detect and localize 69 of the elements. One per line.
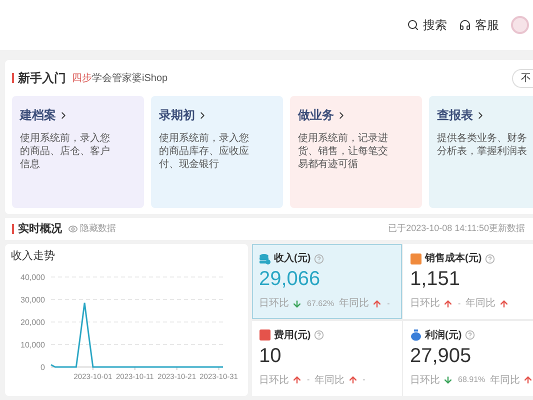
metric-change: - bbox=[362, 374, 366, 386]
metric-card[interactable]: 利润(元) 27,905 日环比 68.91% 年同比 bbox=[403, 320, 533, 396]
help-icon bbox=[314, 330, 324, 340]
card-description: 的商品库存、应收应 bbox=[159, 145, 250, 158]
metric-card[interactable]: 费用(元) 10 日环比 - 年同比 - bbox=[252, 320, 402, 396]
metric-title: 费用(元) bbox=[274, 328, 311, 342]
metric-value: 27,905 bbox=[410, 344, 472, 368]
metric-value: 10 bbox=[259, 344, 282, 368]
pill-button[interactable]: 不 bbox=[512, 68, 533, 88]
metric-change: - bbox=[307, 374, 310, 386]
card-description: 易都有迹可循 bbox=[298, 158, 359, 171]
search-icon bbox=[407, 19, 419, 31]
metric-label: 日环比 bbox=[410, 374, 440, 388]
money-bag-icon bbox=[410, 329, 422, 341]
axis-tick-label: 20,000 bbox=[20, 318, 45, 326]
help-icon bbox=[464, 330, 475, 340]
metric-label: 年同比 bbox=[466, 296, 496, 311]
card-description: 付、现金银行 bbox=[159, 158, 220, 171]
card-description: 使用系统前，记录进 bbox=[298, 132, 389, 145]
metric-change: 68.91% bbox=[458, 374, 486, 386]
guide-card[interactable]: 查报表 提供各类业务、财务 分析表，掌握利润表 bbox=[429, 96, 533, 208]
section-subtitle: 学会管家婆iShop bbox=[92, 72, 168, 86]
help-icon bbox=[314, 254, 324, 264]
metric-title: 销售成本(元) bbox=[425, 252, 482, 266]
guide-card[interactable]: 建档案 使用系统前，录入您 的商品、店仓、客户 信息 bbox=[12, 96, 144, 208]
metric-label: 年同比 bbox=[314, 374, 345, 388]
chart-title: 收入走势 bbox=[11, 248, 56, 264]
metric-label: 日环比 bbox=[259, 374, 289, 388]
section-subtitle-highlight: 四步 bbox=[72, 72, 92, 86]
card-description: 货、销售，让每笔交 bbox=[298, 145, 389, 158]
card-title: 录期初 bbox=[159, 107, 195, 124]
metric-card[interactable]: 销售成本(元) 1,151 日环比 - 年同比 bbox=[403, 244, 533, 319]
axis-tick-label: 10,000 bbox=[20, 340, 45, 349]
section-title: 新手入门 bbox=[18, 70, 66, 87]
section-title: 实时概况 bbox=[18, 222, 62, 237]
card-title: 做业务 bbox=[298, 107, 334, 124]
guide-card[interactable]: 做业务 使用系统前，记录进 货、销售，让每笔交 易都有迹可循 bbox=[290, 96, 422, 208]
header-button[interactable]: 搜索 bbox=[407, 16, 447, 34]
metric-change: - bbox=[387, 298, 390, 310]
metric-card[interactable]: 收入(元) 29,066 日环比 67.62% 年同比 - bbox=[252, 244, 402, 319]
card-description: 的商品、店仓、客户 bbox=[20, 145, 111, 158]
help-icon bbox=[484, 254, 495, 264]
metric-title: 利润(元) bbox=[425, 328, 462, 342]
metric-label: 年同比 bbox=[339, 296, 370, 311]
axis-tick-label: 30,000 bbox=[20, 295, 45, 304]
headset-icon bbox=[459, 19, 471, 31]
card-description: 信息 bbox=[20, 158, 41, 171]
axis-tick-label: 0 bbox=[40, 362, 45, 372]
guide-card[interactable]: 录期初 使用系统前，录入您 的商品库存、应收应 付、现金银行 bbox=[151, 96, 283, 208]
card-title: 查报表 bbox=[437, 107, 473, 124]
metric-value: 29,066 bbox=[259, 267, 322, 292]
card-description: 提供各类业务、财务 bbox=[437, 132, 528, 145]
header-button[interactable]: 客服 bbox=[459, 16, 499, 34]
avatar[interactable] bbox=[511, 16, 529, 34]
card-description: 分析表，掌握利润表 bbox=[437, 145, 528, 158]
database-icon bbox=[259, 252, 271, 264]
metric-label: 日环比 bbox=[410, 296, 440, 311]
metric-label: 年同比 bbox=[490, 374, 520, 388]
eye-icon bbox=[68, 224, 78, 234]
card-title: 建档案 bbox=[20, 107, 56, 124]
metric-label: 日环比 bbox=[259, 296, 289, 311]
axis-tick-label: 40,000 bbox=[20, 272, 45, 282]
card-description: 使用系统前，录入您 bbox=[159, 132, 250, 145]
metric-title: 收入(元) bbox=[274, 252, 311, 266]
metric-change: - bbox=[458, 298, 461, 310]
metric-change: 67.62% bbox=[307, 298, 334, 310]
card-description: 使用系统前，录入您 bbox=[20, 132, 111, 145]
metric-value: 1,151 bbox=[410, 267, 462, 292]
update-time: 已于2023-10-08 14:11:50更新数据 bbox=[388, 222, 525, 236]
